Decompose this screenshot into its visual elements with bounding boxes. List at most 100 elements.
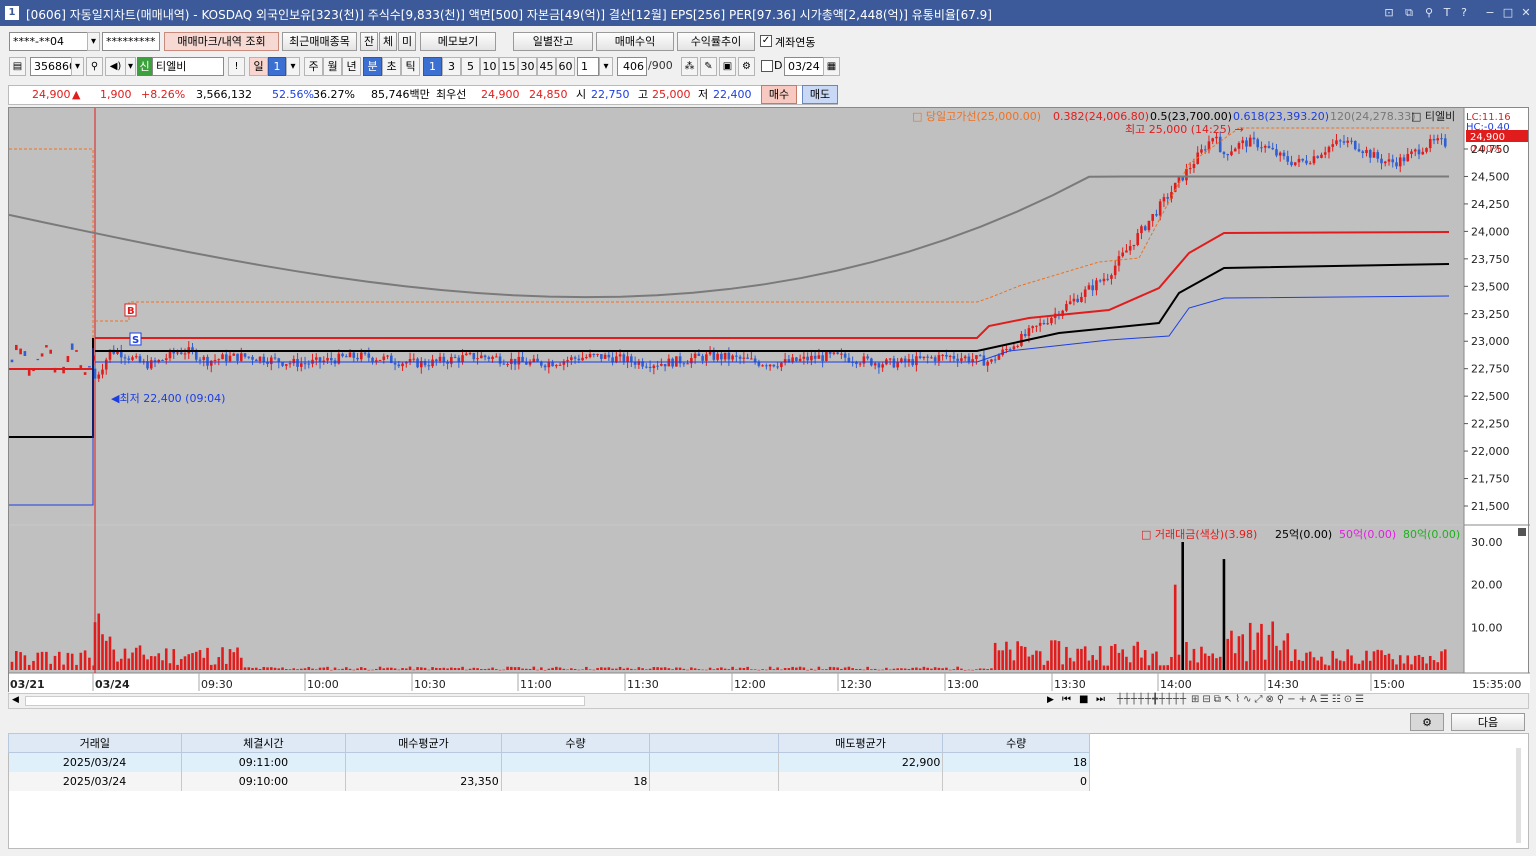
period-tick-button[interactable]: 틱	[401, 57, 420, 76]
last-icon[interactable]: ⏭	[1096, 694, 1105, 705]
scroll-right-icon[interactable]: ▶	[1047, 695, 1054, 705]
stop-icon[interactable]: ■	[1079, 694, 1088, 705]
column-header[interactable]	[649, 733, 779, 753]
column-header[interactable]: 거래일	[8, 733, 182, 753]
column-header[interactable]: 수량	[500, 733, 651, 753]
memo-view-button[interactable]: 메모보기	[420, 32, 496, 51]
interval-button-5[interactable]: 5	[461, 57, 480, 76]
interval-button-15[interactable]: 15	[499, 57, 518, 76]
volume-bar	[416, 667, 419, 670]
volume-bar	[915, 667, 918, 670]
close-icon[interactable]: ✕	[1518, 5, 1534, 21]
executed-button[interactable]: 체	[379, 32, 397, 51]
code-dropdown-icon[interactable]: ▾	[71, 57, 84, 76]
period-year-button[interactable]: 년	[342, 57, 361, 76]
help-icon[interactable]: ?	[1456, 5, 1472, 21]
settings-icon[interactable]: ⚙	[738, 57, 755, 76]
period-minute-button[interactable]: 분	[363, 57, 382, 76]
grid-scrollbar[interactable]	[1516, 748, 1521, 843]
balance-button[interactable]: 잔	[360, 32, 378, 51]
candle-body	[1305, 160, 1308, 164]
password-input[interactable]: *********	[102, 32, 160, 51]
first-icon[interactable]: ⏮	[1062, 694, 1071, 705]
layout-icon[interactable]: ▤	[9, 57, 26, 76]
next-button[interactable]: 다음	[1451, 713, 1525, 731]
prev-candle-body	[10, 359, 14, 363]
unfilled-button[interactable]: 미	[398, 32, 416, 51]
period-day-button[interactable]: 일	[249, 57, 268, 76]
sound-dropdown-icon[interactable]: ▾	[125, 57, 136, 76]
zoom-slider[interactable]: ┼┼┼┼┼╋┼┼┼┼	[1117, 694, 1187, 705]
count-select-dropdown-icon[interactable]: ▾	[599, 57, 613, 76]
cascade-icon[interactable]: ⧉	[1401, 5, 1417, 21]
time-axis-bg	[9, 673, 1530, 693]
interval-button-45[interactable]: 45	[537, 57, 556, 76]
restore-layout-icon[interactable]: ⊡	[1381, 5, 1397, 21]
column-header[interactable]: 매도평균가	[777, 733, 944, 753]
sound-icon[interactable]: ◀)	[105, 57, 126, 76]
candle-body	[682, 363, 686, 365]
scroll-left-icon[interactable]: ◀	[12, 695, 19, 705]
font-icon[interactable]: T	[1439, 5, 1455, 21]
column-header[interactable]: 수량	[942, 733, 1090, 753]
trade-mark-query-button[interactable]: 매매마크/내역 조회	[164, 32, 279, 51]
chart-tools-icon[interactable]: ⁂	[681, 57, 698, 76]
profit-trend-button[interactable]: 수익률추이	[677, 32, 755, 51]
drawing-tools-icons[interactable]: ⊞⊟⧉↖⌇∿⤢⊗⚲−+A☰☷⊙☰	[1191, 694, 1367, 705]
period-second-button[interactable]: 초	[382, 57, 401, 76]
interval-button-1[interactable]: 1	[423, 57, 442, 76]
chart-area[interactable]: 24,750 24,500 24,250 24,000 23,750 23,500 23,2…	[8, 107, 1530, 693]
search-icon[interactable]: ⚲	[86, 57, 103, 76]
interval-button-10[interactable]: 10	[480, 57, 499, 76]
period-week-button[interactable]: 주	[304, 57, 323, 76]
draw-tool-icon[interactable]: ✎	[700, 57, 717, 76]
table-row[interactable]: 2025/03/24 09:10:00 23,350 18 0	[8, 771, 1090, 791]
volume-bar	[341, 668, 344, 670]
candle-body	[963, 356, 967, 359]
account-dropdown-icon[interactable]: ▾	[87, 32, 100, 51]
candle-body	[123, 357, 127, 359]
date-input[interactable]: 03/24	[784, 57, 824, 76]
interval-button-30[interactable]: 30	[518, 57, 537, 76]
candle-body	[817, 355, 821, 359]
volume-bar	[1391, 659, 1395, 670]
volume-bar	[1177, 654, 1181, 670]
account-link-checkbox[interactable]: ✓	[760, 35, 772, 47]
interval-button-3[interactable]: 3	[442, 57, 461, 76]
table-row[interactable]: 2025/03/24 09:11:00 22,900 18	[8, 752, 1090, 772]
column-header[interactable]: 매수평균가	[345, 733, 502, 753]
candle-body	[1241, 140, 1245, 144]
day-count-dropdown-icon[interactable]: ▾	[286, 57, 300, 76]
date-checkbox[interactable]	[761, 60, 773, 72]
minimize-icon[interactable]: −	[1482, 5, 1498, 21]
interval-button-60[interactable]: 60	[556, 57, 575, 76]
grid-settings-icon[interactable]: ⚙	[1410, 713, 1444, 731]
sell-button[interactable]: 매도	[802, 85, 838, 104]
volume-bar	[667, 668, 671, 670]
day-count-field[interactable]: 1	[268, 57, 286, 76]
bar-count-input[interactable]: 406	[617, 57, 647, 76]
calendar-icon[interactable]: ▦	[823, 57, 840, 76]
price-axis-label: 21,500	[1471, 500, 1510, 513]
buy-button[interactable]: 매수	[761, 85, 797, 104]
period-month-button[interactable]: 월	[323, 57, 342, 76]
chart-scrollbar[interactable]: ◀ ▶ ⏮ ■ ⏭ ┼┼┼┼┼╋┼┼┼┼ ⊞⊟⧉↖⌇∿⤢⊗⚲−+A☰☷⊙☰	[8, 693, 1529, 709]
volume-bar	[581, 669, 584, 670]
maximize-icon[interactable]: □	[1500, 5, 1516, 21]
account-input[interactable]: ****-**04	[9, 32, 89, 51]
volume-bar	[633, 669, 637, 670]
volume-bar	[423, 667, 427, 670]
daily-balance-button[interactable]: 일별잔고	[513, 32, 593, 51]
pin-icon[interactable]: ⚲	[1421, 5, 1437, 21]
count-select[interactable]: 1	[577, 57, 599, 76]
stock-name-field[interactable]: 티엘비	[152, 57, 224, 76]
trade-profit-button[interactable]: 매매수익	[596, 32, 674, 51]
recent-trades-button[interactable]: 최근매매종목	[282, 32, 357, 51]
alert-button[interactable]: !	[228, 57, 245, 76]
save-icon[interactable]: ▣	[719, 57, 736, 76]
candle-body	[416, 358, 419, 368]
chart-canvas[interactable]: 24,75024,50024,25024,00023,75023,50023,2…	[9, 108, 1530, 693]
stock-code-input[interactable]: 356860	[30, 57, 72, 76]
scroll-thumb[interactable]	[25, 696, 585, 706]
column-header[interactable]: 체결시간	[180, 733, 347, 753]
